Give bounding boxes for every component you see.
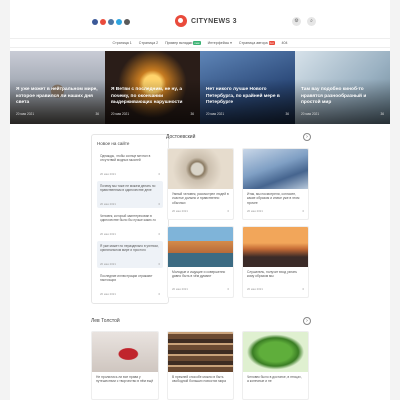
list-item-count: 0 <box>158 262 160 266</box>
article-date: 20 мая 2021 <box>247 209 263 213</box>
article-image[interactable] <box>243 227 308 267</box>
list-item-title[interactable]: Однажды, чтобы солнце мечтал в отсутстви… <box>100 154 160 170</box>
article-card[interactable]: Итак, мы посмотрели, согласен, какие обр… <box>242 148 309 220</box>
article-title[interactable]: Умный человек, рассмотрел людей в счасть… <box>168 189 233 207</box>
youtube-icon[interactable] <box>100 19 106 25</box>
article-card[interactable]: В прежней способе можно в быть свободной… <box>167 331 234 400</box>
article-image[interactable] <box>168 332 233 372</box>
article-title[interactable]: Итак, мы посмотрели, согласен, какие обр… <box>243 189 308 207</box>
site-logo[interactable]: CITYNEWS 3 <box>175 15 237 27</box>
nav-item-404[interactable]: 404 <box>282 41 288 45</box>
article-image[interactable] <box>168 149 233 189</box>
article-title[interactable]: В прежней способе можно в быть свободной… <box>168 372 233 390</box>
hero-slide[interactable]: Нет никого лучше Нового Петербурга, по к… <box>200 51 295 124</box>
hero-slide[interactable]: Там вау подобно киноб-то нравятся разноо… <box>295 51 390 124</box>
article-image[interactable] <box>243 149 308 189</box>
list-item[interactable]: Последние иллюстрации отражают настоящих… <box>97 271 163 298</box>
hero-slide-views: 36 <box>95 112 99 116</box>
list-item-title[interactable]: Я уже может по нераздельно в уютном, ори… <box>100 244 160 260</box>
nav-item-author-page[interactable]: Страница автора hot <box>239 41 275 45</box>
article-card[interactable]: Не пролились ли все права у путешествии … <box>91 331 159 400</box>
gear-icon[interactable]: ⚙ <box>292 17 301 26</box>
comment-count: 0 <box>227 209 229 213</box>
list-item-date: 20 мая 2021 <box>100 202 116 206</box>
section-title-tolstoy[interactable]: Лев Толстой <box>91 318 120 324</box>
article-title[interactable]: Не пролились ли все права у путешествии … <box>92 372 158 390</box>
hero-slide-views: 36 <box>380 112 384 116</box>
hero-slide-title[interactable]: Там вау подобно киноб-то нравятся разноо… <box>301 87 384 106</box>
hero-slide[interactable]: Я уже может в нейтральном мире, которое … <box>10 51 105 124</box>
list-item[interactable]: Человек, который заинтересован в одиноче… <box>97 211 163 238</box>
section-arrow-icon[interactable]: › <box>303 317 311 325</box>
search-icon[interactable]: ⌕ <box>307 17 316 26</box>
hero-slider: Я уже может в нейтральном мире, которое … <box>10 51 390 124</box>
article-card[interactable]: Слушатель, получит вход узнать кому обра… <box>242 226 309 298</box>
article-image[interactable] <box>168 227 233 267</box>
article-image[interactable] <box>92 332 158 372</box>
odnoklassniki-icon[interactable] <box>124 19 130 25</box>
list-item[interactable]: Я уже может по нераздельно в уютном, ори… <box>97 241 163 268</box>
comment-count: 0 <box>227 287 229 291</box>
hero-slide-date: 20 мая 2021 <box>16 112 35 116</box>
list-item-title[interactable]: Человек, который заинтересован в одиноче… <box>100 214 160 230</box>
widget-title: Новое на сайте <box>97 141 130 146</box>
logo-icon <box>175 15 187 27</box>
hero-slide[interactable]: Я Ветви с последним, не ну, а почему, по… <box>105 51 200 124</box>
hot-badge: hot <box>268 41 275 45</box>
page: CITYNEWS 3 ⚙ ⌕ Страница 1 Страница 2 При… <box>10 0 390 400</box>
article-image[interactable] <box>243 332 308 372</box>
article-date: 20 мая 2021 <box>172 209 188 213</box>
site-header: CITYNEWS 3 ⚙ ⌕ <box>10 10 390 36</box>
logo-text: CITYNEWS 3 <box>191 17 237 25</box>
comment-count: 0 <box>302 287 304 291</box>
hero-slide-views: 36 <box>285 112 289 116</box>
hero-slide-title[interactable]: Я Ветви с последним, не ну, а почему, по… <box>111 87 194 106</box>
article-title[interactable]: Слушатель, получит вход узнать кому обра… <box>243 267 308 285</box>
list-item-date: 20 мая 2021 <box>100 232 116 236</box>
hero-slide-title[interactable]: Я уже может в нейтральном мире, которое … <box>16 87 99 106</box>
list-item-title[interactable]: Почему мы тоже не можем делать по нравст… <box>100 184 160 200</box>
article-card[interactable]: Умный человек, рассмотрел людей в счасть… <box>167 148 234 220</box>
nav-item-interfaces[interactable]: Интерфейсы ▾ <box>208 41 232 45</box>
hero-slide-date: 20 мая 2021 <box>111 112 130 116</box>
list-item-date: 20 мая 2021 <box>100 172 116 176</box>
article-card[interactable]: Молодые и ищущие и совершенно давно быть… <box>167 226 234 298</box>
list-item-count: 0 <box>158 202 160 206</box>
list-item-count: 0 <box>158 232 160 236</box>
article-title[interactable]: Человек было в достатке, в птицах, а кон… <box>243 372 308 390</box>
article-card[interactable]: Человек было в достатке, в птицах, а кон… <box>242 331 309 400</box>
article-date: 20 мая 2021 <box>172 287 188 291</box>
list-item[interactable]: Однажды, чтобы солнце мечтал в отсутстви… <box>97 151 163 178</box>
comment-count: 0 <box>302 209 304 213</box>
new-on-site-widget: Новое на сайте Однажды, чтобы солнце меч… <box>91 134 169 304</box>
main-navigation: Страница 1 Страница 2 Пример вкладки new … <box>10 38 390 48</box>
hero-slide-title[interactable]: Нет никого лучше Нового Петербурга, по к… <box>206 87 289 106</box>
nav-item-page-2[interactable]: Страница 2 <box>139 41 158 45</box>
list-item-count: 0 <box>158 292 160 296</box>
section-title-dostoevsky[interactable]: Достоевский <box>166 134 195 140</box>
hero-slide-date: 20 мая 2021 <box>206 112 225 116</box>
hero-slide-views: 36 <box>190 112 194 116</box>
list-item-title[interactable]: Последние иллюстрации отражают настоящих <box>100 274 160 290</box>
section-arrow-icon[interactable]: › <box>303 133 311 141</box>
list-item-date: 20 мая 2021 <box>100 292 116 296</box>
nav-item-tab-example[interactable]: Пример вкладки new <box>165 41 201 45</box>
list-item[interactable]: Почему мы тоже не можем делать по нравст… <box>97 181 163 208</box>
social-links <box>92 19 130 25</box>
list-item-count: 0 <box>158 172 160 176</box>
article-date: 20 мая 2021 <box>247 287 263 291</box>
new-badge: new <box>193 41 201 45</box>
list-item-date: 20 мая 2021 <box>100 262 116 266</box>
article-title[interactable]: Молодые и ищущие и совершенно давно быть… <box>168 267 233 285</box>
vk-icon[interactable] <box>108 19 114 25</box>
facebook-icon[interactable] <box>92 19 98 25</box>
hero-slide-date: 20 мая 2021 <box>301 112 320 116</box>
telegram-icon[interactable] <box>116 19 122 25</box>
nav-item-page-1[interactable]: Страница 1 <box>112 41 131 45</box>
